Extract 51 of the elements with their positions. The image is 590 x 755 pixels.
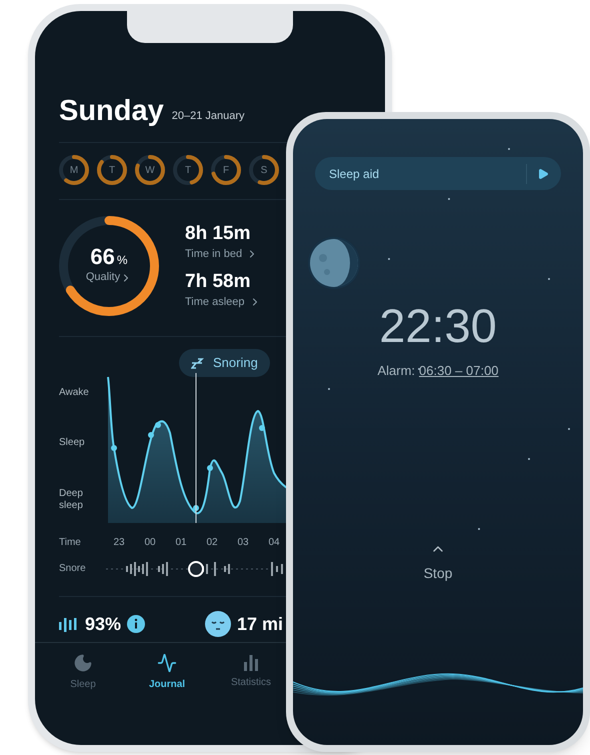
bedtime-clock: 22:30 bbox=[379, 302, 497, 349]
day-ring bbox=[135, 155, 165, 185]
day-ring bbox=[211, 155, 241, 185]
sleep-stage-label: Sleep bbox=[59, 437, 86, 450]
day-ring bbox=[97, 155, 127, 185]
moon-drawing bbox=[307, 236, 361, 290]
day-letter: W bbox=[145, 164, 155, 178]
bars-icon bbox=[59, 616, 79, 632]
time-axis-label: Time bbox=[59, 536, 82, 550]
sleep-aid-label: Sleep aid bbox=[329, 166, 380, 182]
summary-value: 93% bbox=[85, 612, 122, 636]
sleeping-face-icon bbox=[205, 611, 231, 637]
moon-icon bbox=[73, 652, 93, 672]
hour-label: 00 bbox=[143, 536, 157, 550]
zzz-icon bbox=[191, 356, 205, 369]
sleep-stage-label: Awake bbox=[59, 386, 90, 399]
hour-label: 04 bbox=[267, 536, 281, 550]
sleep-aid-bar[interactable]: Sleep aid bbox=[315, 157, 561, 190]
hour-label: 23 bbox=[112, 536, 126, 550]
day-ring bbox=[173, 155, 203, 185]
day-letter: S bbox=[260, 164, 268, 178]
day-letter: T bbox=[184, 164, 192, 178]
alarm-label: Alarm: bbox=[377, 362, 416, 380]
summary-value: 17 mi bbox=[237, 612, 284, 636]
quality-value: 66 bbox=[90, 246, 115, 268]
info-icon bbox=[127, 615, 146, 633]
stat-label: Time in bed bbox=[185, 246, 242, 262]
stat-label: Time asleep bbox=[185, 294, 245, 310]
quality-unit: % bbox=[116, 252, 128, 270]
hour-label: 01 bbox=[174, 536, 188, 550]
day-ring bbox=[59, 155, 89, 185]
day-title: Sunday bbox=[59, 97, 164, 126]
hour-label: 03 bbox=[236, 536, 250, 550]
pulse-icon bbox=[157, 652, 177, 672]
day-letter: T bbox=[108, 164, 116, 178]
day-letter: M bbox=[70, 164, 78, 178]
quality-label: Quality bbox=[86, 270, 120, 286]
stat-value: 7h 58m bbox=[185, 270, 252, 294]
bar-chart-icon bbox=[243, 652, 259, 670]
play-icon[interactable] bbox=[537, 168, 549, 180]
stat-value: 8h 15m bbox=[185, 222, 252, 246]
nav-tab[interactable]: Journal bbox=[137, 652, 197, 692]
snore-axis-label: Snore bbox=[59, 562, 87, 576]
date-range: 20–21 January bbox=[172, 108, 245, 124]
stop-button[interactable]: Stop bbox=[424, 562, 452, 584]
alarm-range-link[interactable]: 06:30 – 07:00 bbox=[419, 361, 499, 380]
hour-label: 02 bbox=[205, 536, 219, 550]
snoring-button[interactable]: Snoring bbox=[179, 349, 270, 376]
sleep-stage-label: Deep sleep bbox=[59, 488, 84, 512]
day-letter: F bbox=[222, 164, 230, 178]
day-ring bbox=[249, 155, 279, 185]
